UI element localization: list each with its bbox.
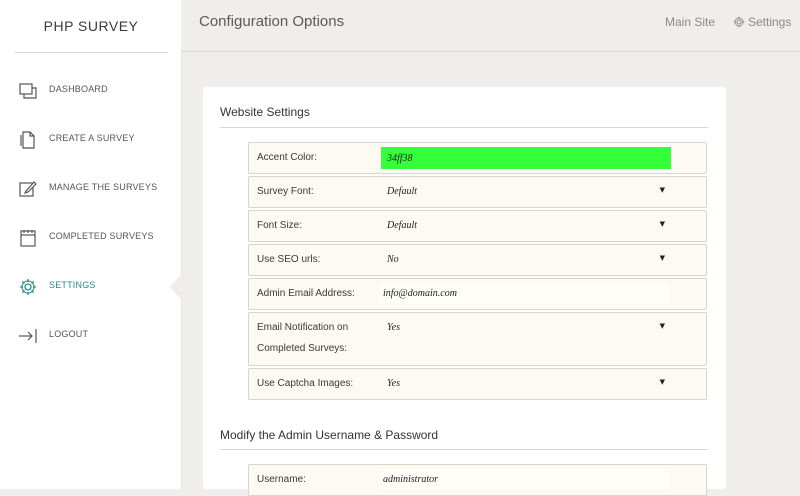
setting-row-survey-font: Survey Font: Default ▼ bbox=[248, 176, 707, 208]
setting-row-email-notification: Email Notification on Completed Surveys:… bbox=[248, 312, 707, 366]
caret-down-icon: ▼ bbox=[659, 254, 665, 262]
section-divider bbox=[220, 127, 708, 128]
font-size-select[interactable]: Default ▼ bbox=[381, 215, 671, 236]
header-settings-link[interactable]: Settings bbox=[733, 15, 791, 29]
create-survey-icon bbox=[18, 130, 38, 150]
survey-font-select[interactable]: Default ▼ bbox=[381, 181, 671, 202]
font-size-value: Default bbox=[387, 220, 417, 231]
setting-row-seo-urls: Use SEO urls: No ▼ bbox=[248, 244, 707, 276]
calendar-icon bbox=[18, 228, 38, 248]
sidebar-item-manage-surveys[interactable]: MANAGE THE SURVEYS bbox=[0, 171, 181, 207]
accent-color-input[interactable]: 34ff38 bbox=[381, 147, 671, 169]
caret-down-icon: ▼ bbox=[659, 378, 665, 386]
survey-font-value: Default bbox=[387, 186, 417, 197]
setting-row-font-size: Font Size: Default ▼ bbox=[248, 210, 707, 242]
section-title-website-settings: Website Settings bbox=[220, 105, 310, 119]
username-value: administrator bbox=[383, 474, 439, 485]
settings-card: Website Settings Accent Color: 34ff38 Su… bbox=[203, 87, 726, 496]
sidebar-item-settings[interactable]: SETTINGS bbox=[0, 269, 181, 305]
sidebar-item-label: MANAGE THE SURVEYS bbox=[49, 182, 158, 192]
username-label: Username: bbox=[257, 474, 306, 485]
main-site-link[interactable]: Main Site bbox=[665, 15, 715, 29]
captcha-label: Use Captcha Images: bbox=[257, 378, 354, 389]
admin-email-input[interactable]: info@domain.com bbox=[379, 283, 669, 304]
top-header: Configuration Options Main Site Settings bbox=[181, 0, 800, 52]
accent-color-label: Accent Color: bbox=[257, 152, 318, 163]
accent-color-value: 34ff38 bbox=[387, 152, 413, 164]
section-divider bbox=[220, 449, 708, 450]
dashboard-icon bbox=[18, 81, 38, 101]
captcha-value: Yes bbox=[387, 378, 400, 389]
username-input[interactable]: administrator bbox=[379, 469, 669, 490]
sidebar-item-dashboard[interactable]: DASHBOARD bbox=[0, 73, 181, 109]
caret-down-icon: ▼ bbox=[659, 186, 665, 194]
sidebar-item-logout[interactable]: LOGOUT bbox=[0, 318, 181, 354]
admin-email-label: Admin Email Address: bbox=[257, 288, 355, 299]
seo-urls-select[interactable]: No ▼ bbox=[381, 249, 671, 270]
survey-font-label: Survey Font: bbox=[257, 186, 314, 197]
admin-email-value: info@domain.com bbox=[383, 288, 457, 299]
email-notification-select[interactable]: Yes ▼ bbox=[381, 317, 671, 338]
caret-down-icon: ▼ bbox=[659, 322, 665, 330]
sidebar-item-label: SETTINGS bbox=[49, 280, 96, 290]
gear-icon bbox=[18, 277, 38, 297]
active-item-pointer bbox=[170, 273, 182, 301]
edit-icon bbox=[18, 179, 38, 199]
email-notification-value: Yes bbox=[387, 322, 400, 333]
seo-urls-value: No bbox=[387, 254, 399, 265]
sidebar-item-label: COMPLETED SURVEYS bbox=[49, 231, 154, 241]
sidebar-item-label: DASHBOARD bbox=[49, 84, 108, 94]
setting-row-captcha: Use Captcha Images: Yes ▼ bbox=[248, 368, 707, 400]
setting-row-accent-color: Accent Color: 34ff38 bbox=[248, 142, 707, 174]
logout-icon bbox=[18, 326, 38, 346]
email-notification-label-line1: Email Notification on bbox=[257, 322, 349, 333]
page-title: Configuration Options bbox=[199, 13, 345, 30]
brand-title: PHP SURVEY bbox=[14, 0, 168, 53]
setting-row-username: Username: administrator bbox=[248, 464, 707, 496]
sidebar-item-create-survey[interactable]: CREATE A SURVEY bbox=[0, 122, 181, 158]
setting-row-admin-email: Admin Email Address: info@domain.com bbox=[248, 278, 707, 310]
seo-urls-label: Use SEO urls: bbox=[257, 254, 321, 265]
email-notification-label-line2: Completed Surveys: bbox=[257, 343, 348, 354]
sidebar-item-completed-surveys[interactable]: COMPLETED SURVEYS bbox=[0, 220, 181, 256]
font-size-label: Font Size: bbox=[257, 220, 303, 231]
caret-down-icon: ▼ bbox=[659, 220, 665, 228]
header-settings-label: Settings bbox=[748, 15, 792, 29]
sidebar: PHP SURVEY DASHBOARD CREATE A SURVEY MAN… bbox=[0, 0, 182, 489]
sidebar-item-label: CREATE A SURVEY bbox=[49, 133, 135, 143]
section-title-admin-credentials: Modify the Admin Username & Password bbox=[220, 428, 439, 442]
captcha-select[interactable]: Yes ▼ bbox=[381, 373, 671, 394]
sidebar-item-label: LOGOUT bbox=[49, 329, 89, 339]
gear-icon bbox=[733, 16, 745, 28]
